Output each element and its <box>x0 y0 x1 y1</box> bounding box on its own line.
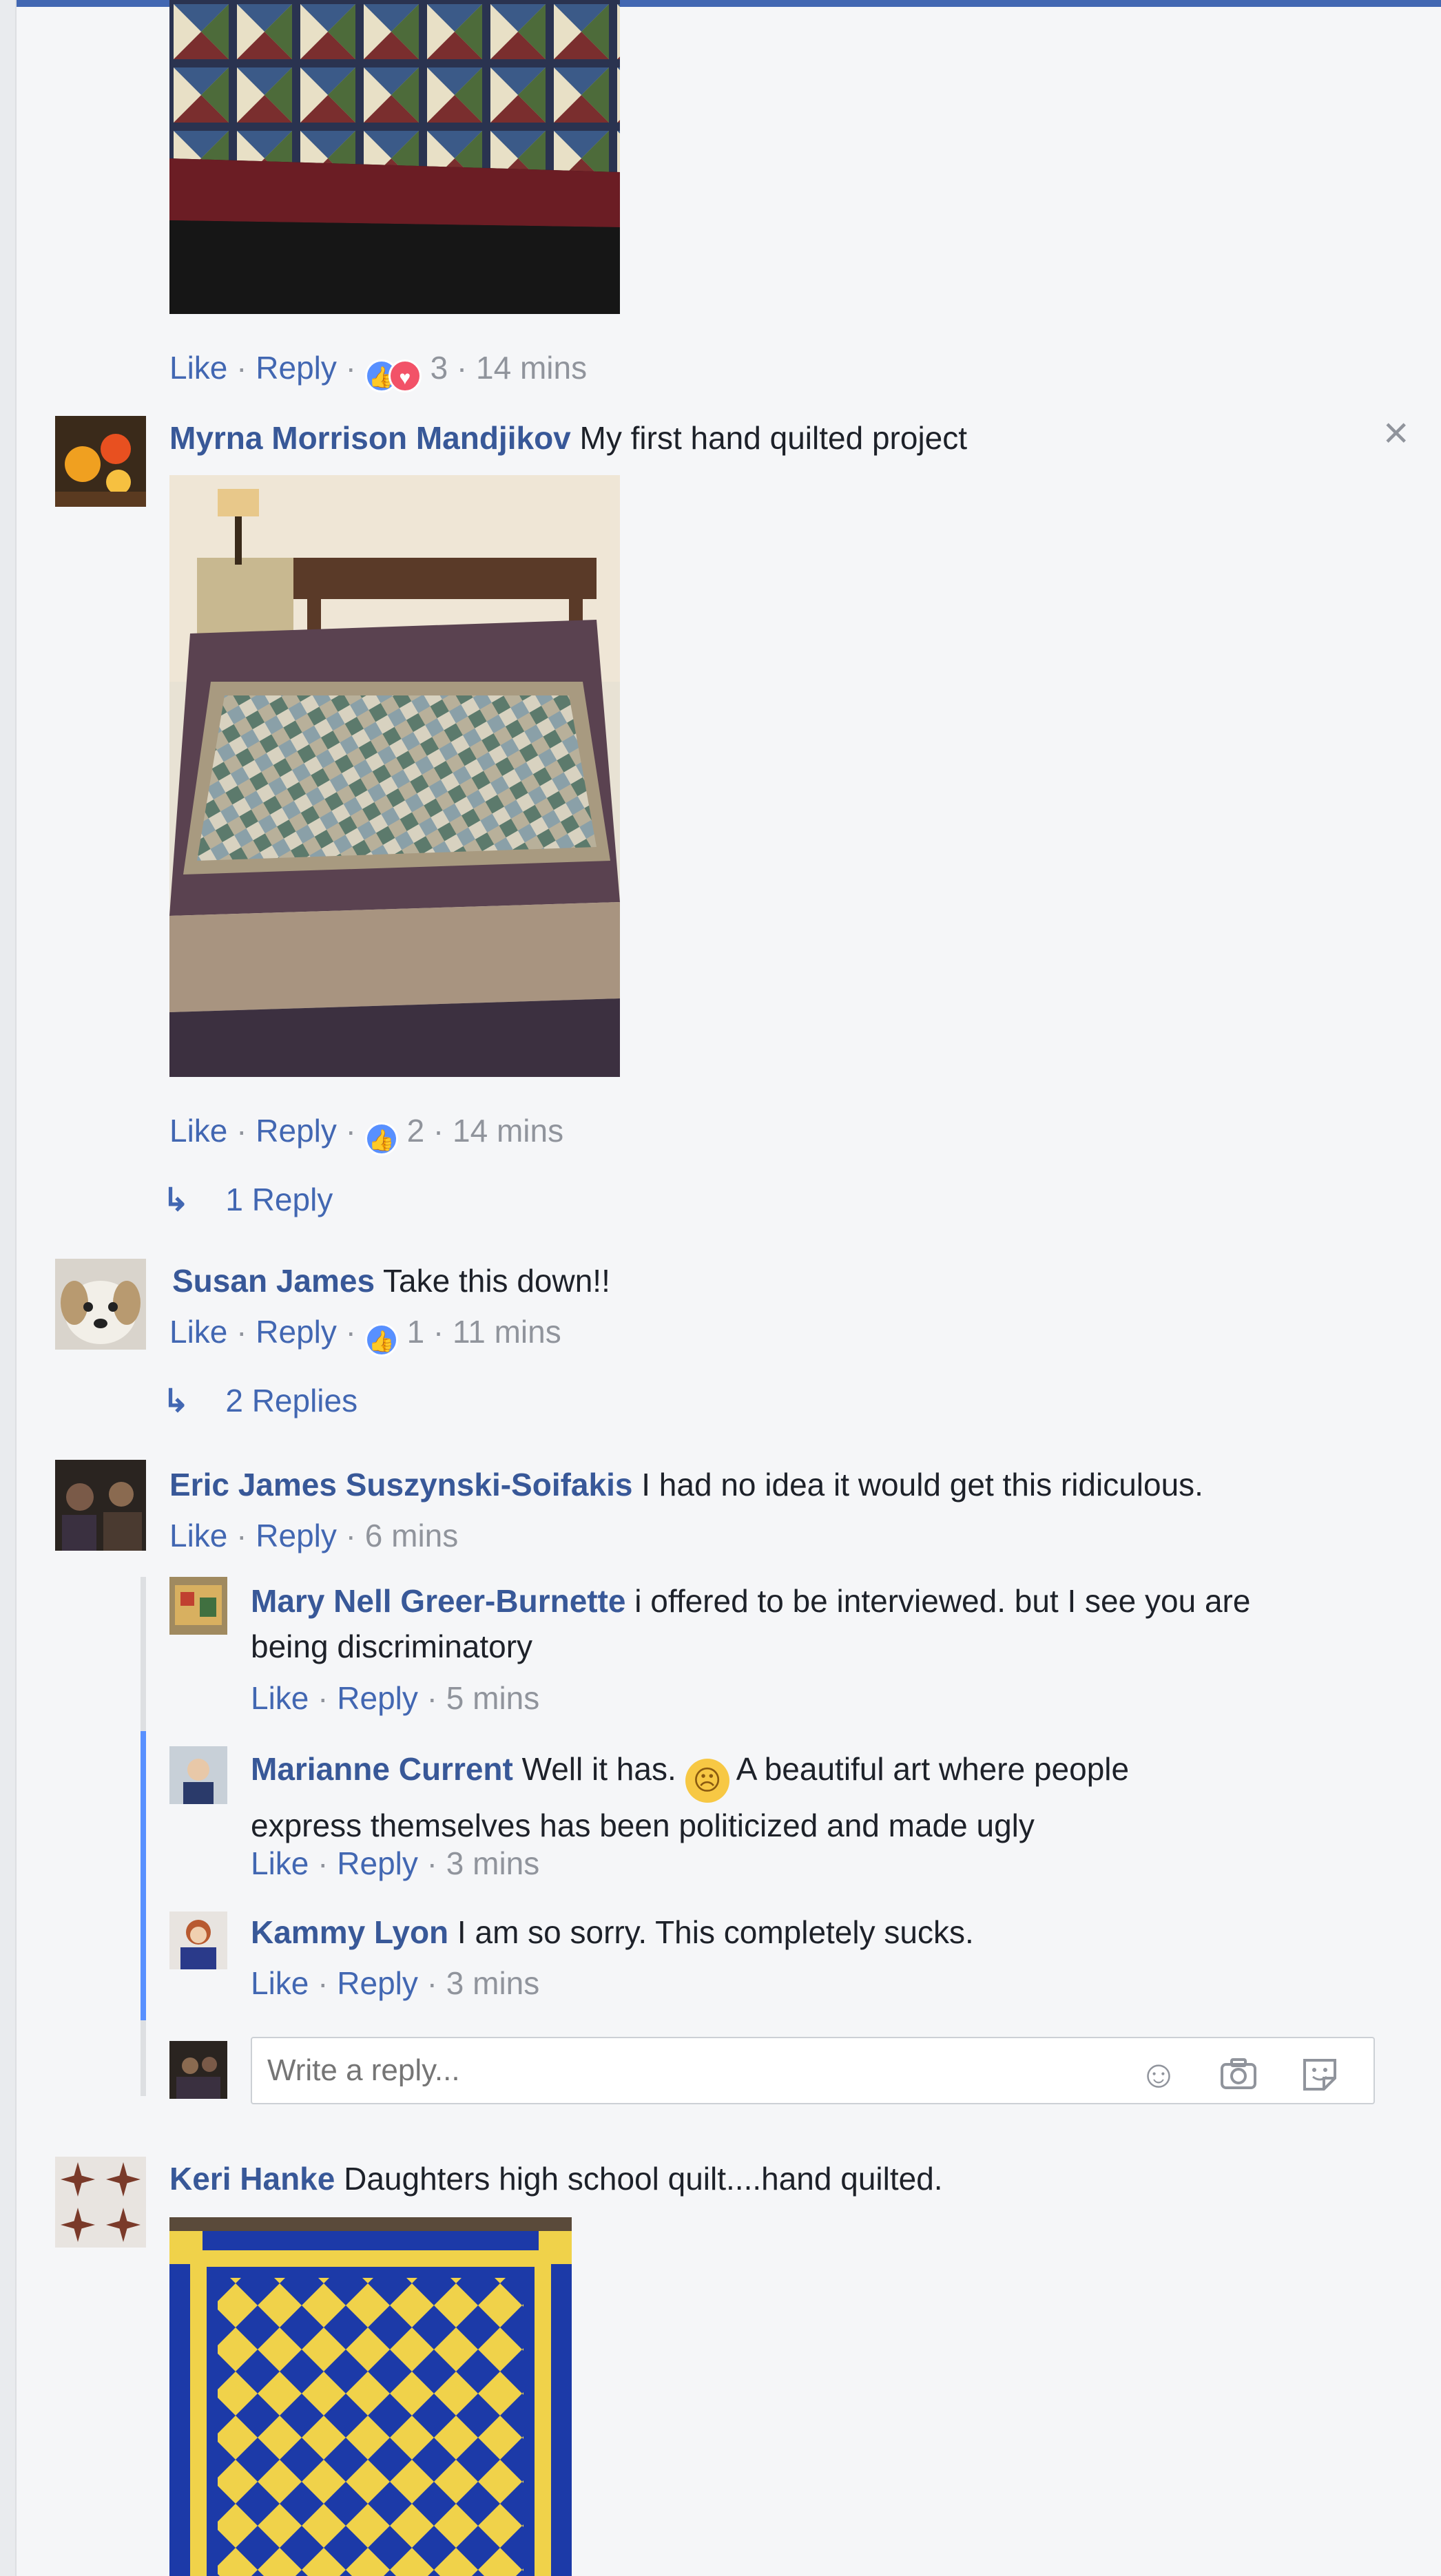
reply-body: Mary Nell Greer-Burnette i offered to be… <box>251 1578 1250 1669</box>
reply-arrow-icon: ↳ <box>163 1383 189 1418</box>
view-replies-link[interactable]: ↳ 1 Reply <box>163 1179 333 1220</box>
comment-photo-quilt-pinwheel[interactable] <box>169 0 620 314</box>
reply-actions: Like · Reply · 3 mins <box>251 1965 540 2001</box>
timestamp[interactable]: 14 mins <box>476 350 587 386</box>
avatar[interactable] <box>55 2157 146 2248</box>
reply-actions: Like · Reply · 5 mins <box>251 1680 540 1716</box>
reply-link[interactable]: Reply <box>256 1518 337 1553</box>
avatar[interactable] <box>169 1746 227 1804</box>
comment-author[interactable]: Keri Hanke <box>169 2161 335 2197</box>
comment-body: Keri Hanke Daughters high school quilt..… <box>169 2158 943 2199</box>
comment-text: Daughters high school quilt....hand quil… <box>344 2161 943 2197</box>
thumbs-up-icon[interactable]: 👍 <box>364 1122 398 1155</box>
reply-composer: ☺ <box>251 2037 1375 2104</box>
heart-icon: ♥ <box>388 359 422 392</box>
timestamp[interactable]: 6 mins <box>365 1518 458 1553</box>
like-link[interactable]: Like <box>251 1680 309 1716</box>
comment-actions: Like · Reply · 👍 1 · 11 mins <box>169 1311 561 1357</box>
timestamp[interactable]: 3 mins <box>446 1965 539 2001</box>
reply-text: i offered to be interviewed. but I see y… <box>634 1583 1251 1619</box>
smiley-icon[interactable]: ☺ <box>1138 2053 1179 2095</box>
like-link[interactable]: Like <box>169 1113 227 1149</box>
reply-link[interactable]: Reply <box>256 350 337 386</box>
comment-photo-quilt-bed[interactable] <box>169 475 620 1077</box>
reply-link[interactable]: Reply <box>337 1680 418 1716</box>
timestamp[interactable]: 5 mins <box>446 1680 539 1716</box>
avatar[interactable] <box>169 1912 227 1969</box>
comment-author[interactable]: Susan James <box>172 1263 375 1299</box>
avatar[interactable] <box>169 1577 227 1635</box>
reply-text: Well it has. <box>521 1751 676 1787</box>
reaction-count: 3 <box>430 350 448 386</box>
comment-actions-top: Like · Reply · 👍 ♥ 3 · 14 mins <box>169 347 587 392</box>
reply-author[interactable]: Mary Nell Greer-Burnette <box>251 1583 626 1619</box>
reply-link[interactable]: Reply <box>337 1845 418 1881</box>
timestamp[interactable]: 3 mins <box>446 1845 539 1881</box>
avatar[interactable] <box>55 1259 146 1350</box>
comment-text: I had no idea it would get this ridiculo… <box>641 1467 1203 1502</box>
like-link[interactable]: Like <box>169 1518 227 1553</box>
reply-body: Kammy Lyon I am so sorry. This completel… <box>251 1912 974 1953</box>
comment-author[interactable]: Myrna Morrison Mandjikov <box>169 420 571 456</box>
reply-text: I am so sorry. This completely sucks. <box>457 1914 974 1950</box>
comment-body: Susan James Take this down!! <box>172 1260 610 1301</box>
avatar[interactable] <box>55 416 146 507</box>
like-link[interactable]: Like <box>251 1845 309 1881</box>
sticker-icon[interactable] <box>1299 2053 1340 2095</box>
comment-actions: Like · Reply · 6 mins <box>169 1518 459 1553</box>
thread-line <box>141 2020 146 2096</box>
reaction-count: 2 <box>406 1113 425 1149</box>
reply-text-line2: express themselves has been politicized … <box>251 1808 1035 1843</box>
thumbs-up-icon[interactable]: 👍 <box>364 1323 398 1357</box>
avatar[interactable] <box>55 1460 146 1551</box>
reaction-count: 1 <box>406 1314 425 1350</box>
reply-actions: Like · Reply · 3 mins <box>251 1845 540 1881</box>
comment-photo-quilt-blue-yellow[interactable] <box>169 2217 572 2576</box>
reply-author[interactable]: Marianne Current <box>251 1751 513 1787</box>
like-link[interactable]: Like <box>169 350 227 386</box>
reply-input[interactable] <box>267 2038 1094 2103</box>
view-replies-link[interactable]: ↳ 2 Replies <box>163 1380 357 1421</box>
close-icon[interactable]: × <box>1383 406 1409 459</box>
comment-body: Myrna Morrison Mandjikov My first hand q… <box>169 417 967 459</box>
thread-line-highlight <box>141 1731 146 2020</box>
left-rail <box>0 0 17 2576</box>
camera-icon[interactable] <box>1218 2053 1259 2095</box>
reply-arrow-icon: ↳ <box>163 1182 189 1217</box>
like-link[interactable]: Like <box>251 1965 309 2001</box>
comment-actions: Like · Reply · 👍 2 · 14 mins <box>169 1110 563 1155</box>
thread-line <box>141 1577 146 1731</box>
comment-body: Eric James Suszynski-Soifakis I had no i… <box>169 1464 1203 1505</box>
reply-link[interactable]: Reply <box>337 1965 418 2001</box>
timestamp[interactable]: 11 mins <box>453 1314 561 1350</box>
reply-link[interactable]: Reply <box>256 1314 337 1350</box>
reply-body: Marianne Current Well it has. ☹ A beauti… <box>251 1746 1129 1848</box>
comment-author[interactable]: Eric James Suszynski-Soifakis <box>169 1467 632 1502</box>
reactions[interactable]: 👍 ♥ <box>364 350 422 392</box>
comment-text: Take this down!! <box>383 1263 610 1299</box>
reply-link[interactable]: Reply <box>256 1113 337 1149</box>
current-user-avatar <box>169 2041 227 2099</box>
disappointed-emoji-icon: ☹ <box>685 1759 729 1803</box>
reply-text-line2: being discriminatory <box>251 1629 533 1664</box>
reply-author[interactable]: Kammy Lyon <box>251 1914 448 1950</box>
like-link[interactable]: Like <box>169 1314 227 1350</box>
timestamp[interactable]: 14 mins <box>453 1113 563 1149</box>
comment-text: My first hand quilted project <box>579 420 968 456</box>
